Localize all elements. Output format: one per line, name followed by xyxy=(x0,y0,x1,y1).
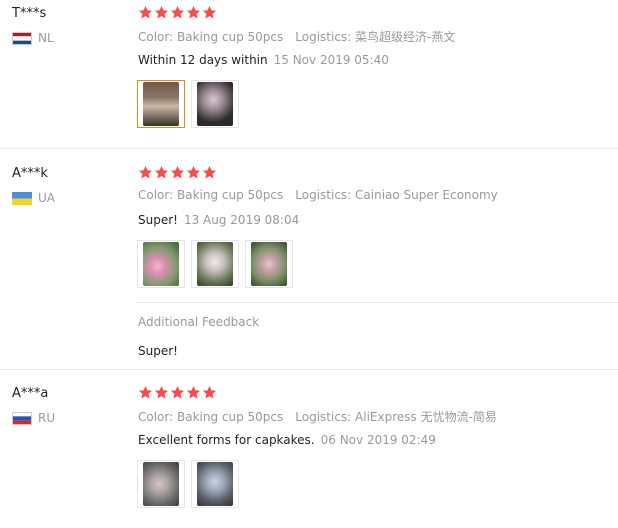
star-icon xyxy=(154,5,169,20)
star-icon xyxy=(202,385,217,400)
logistics-option: Logistics: AliExpress 无忧物流-简易 xyxy=(295,410,497,424)
star-icon xyxy=(154,165,169,180)
additional-feedback-label: Additional Feedback xyxy=(138,315,260,329)
review-photos xyxy=(137,460,239,508)
review-photo-thumbnail[interactable] xyxy=(137,240,185,288)
review-photo xyxy=(143,242,179,286)
star-rating xyxy=(138,385,217,400)
review-photo-thumbnail[interactable] xyxy=(245,240,293,288)
star-icon xyxy=(170,385,185,400)
review-body: Excellent forms for capkakes. xyxy=(138,433,315,447)
star-rating xyxy=(138,165,217,180)
review-date: 06 Nov 2019 02:49 xyxy=(320,433,436,447)
review-photo xyxy=(197,82,233,126)
reviewer-country: NL xyxy=(12,31,54,45)
feedback-divider xyxy=(137,302,618,303)
reviewer-country: RU xyxy=(12,411,55,425)
review-photo-thumbnail[interactable] xyxy=(191,80,239,128)
review-photo-thumbnail[interactable] xyxy=(137,80,185,128)
review-photo xyxy=(197,242,233,286)
country-code: RU xyxy=(38,411,56,425)
logistics-option: Logistics: Cainiao Super Economy xyxy=(295,188,498,202)
star-icon xyxy=(138,5,153,20)
review-body: Within 12 days within xyxy=(138,53,268,67)
color-option: Color: Baking cup 50pcs xyxy=(138,410,284,424)
flag-ru-icon xyxy=(12,411,32,425)
star-icon xyxy=(186,165,201,180)
review-text: Excellent forms for capkakes. 06 Nov 2019… xyxy=(138,433,436,447)
star-icon xyxy=(202,165,217,180)
additional-feedback-text: Super! xyxy=(138,344,178,358)
star-icon xyxy=(202,5,217,20)
star-icon xyxy=(138,165,153,180)
review-photo xyxy=(143,462,179,506)
country-code: UA xyxy=(38,191,55,205)
country-code: NL xyxy=(38,31,54,45)
color-option: Color: Baking cup 50pcs xyxy=(138,188,284,202)
review-date: 13 Aug 2019 08:04 xyxy=(183,213,300,227)
review-photo xyxy=(197,462,233,506)
flag-ua-icon xyxy=(12,191,32,205)
review-sku-info: Color: Baking cup 50pcs Logistics: 菜鸟超级经济… xyxy=(138,28,455,45)
review-divider xyxy=(0,148,618,149)
star-icon xyxy=(138,385,153,400)
review-photo-thumbnail[interactable] xyxy=(191,460,239,508)
reviewer-name: A***k xyxy=(12,166,48,181)
flag-nl-icon xyxy=(12,31,32,45)
review-sku-info: Color: Baking cup 50pcs Logistics: AliExp… xyxy=(138,408,497,425)
logistics-option: Logistics: 菜鸟超级经济-燕文 xyxy=(295,30,456,44)
review-text: Within 12 days within 15 Nov 2019 05:40 xyxy=(138,53,389,67)
review-photos xyxy=(137,80,239,128)
review-sku-info: Color: Baking cup 50pcs Logistics: Cainia… xyxy=(138,188,498,202)
review-photo-thumbnail[interactable] xyxy=(191,240,239,288)
review-body: Super! xyxy=(138,213,178,227)
review-photo-thumbnail[interactable] xyxy=(137,460,185,508)
reviewer-name: A***a xyxy=(12,386,49,401)
review-date: 15 Nov 2019 05:40 xyxy=(273,53,389,67)
review-text: Super! 13 Aug 2019 08:04 xyxy=(138,213,299,227)
color-option: Color: Baking cup 50pcs xyxy=(138,30,284,44)
review-photo xyxy=(143,82,179,126)
star-icon xyxy=(154,385,169,400)
reviewer-name: T***s xyxy=(12,6,47,21)
reviewer-country: UA xyxy=(12,191,55,205)
review-photo xyxy=(251,242,287,286)
star-icon xyxy=(186,385,201,400)
review-divider xyxy=(0,369,618,370)
star-icon xyxy=(170,165,185,180)
review-photos xyxy=(137,240,293,288)
star-icon xyxy=(170,5,185,20)
star-rating xyxy=(138,5,217,20)
star-icon xyxy=(186,5,201,20)
